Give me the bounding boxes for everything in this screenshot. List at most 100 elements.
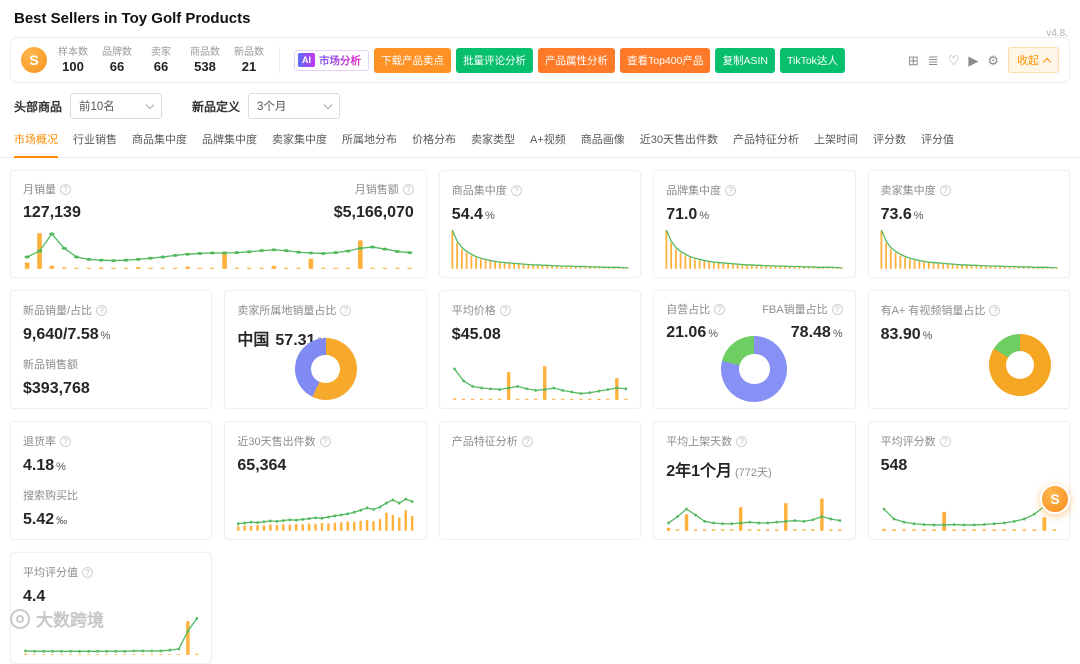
gear-icon[interactable]: ⚙: [987, 54, 999, 67]
info-icon[interactable]: [82, 566, 93, 578]
new-product-volume-value: 9,640/7.58%: [23, 326, 111, 343]
ai-market-analysis-button[interactable]: AI 市场分析: [294, 49, 369, 71]
view-top400-button[interactable]: 查看Top400产品: [620, 47, 711, 73]
header-stats: 样本数 100 品牌数 66 卖家 66 商品数 538 新品数 21: [57, 46, 265, 75]
card-return-rate: 退货率 4.18% 搜索购买比 5.42‰: [10, 421, 213, 540]
new-product-revenue-value: $393,768: [23, 380, 90, 397]
collapse-button[interactable]: 收起: [1008, 47, 1059, 73]
card-average-rating-count: 平均评分数 548: [867, 421, 1070, 540]
card-average-listing-days: 平均上架天数 2年1个月(772天): [653, 421, 856, 540]
average-rating-value: 4.4: [23, 588, 46, 605]
tab-rating-value[interactable]: 评分值: [921, 131, 954, 157]
monthly-volume-value: 127,139: [23, 204, 81, 221]
info-icon[interactable]: [939, 184, 951, 196]
brand-concentration-value: 71.0%: [666, 206, 710, 223]
card-brand-concentration: 品牌集中度 71.0%: [653, 170, 856, 278]
tab-price-distribution[interactable]: 价格分布: [412, 131, 456, 157]
filter-top-products: 头部商品 前10名: [14, 93, 163, 119]
card-feature-analysis: 产品特征分析: [438, 421, 642, 540]
tab-bar: 市场概况 行业销售 商品集中度 品牌集中度 卖家集中度 所属地分布 价格分布 卖…: [0, 131, 1080, 158]
card-new-product: 新品销量/占比 9,640/7.58% 新品销售额 $393,768: [10, 290, 213, 409]
monthly-revenue-label: 月销售额: [355, 181, 414, 197]
stat-seller-count: 卖家 66: [151, 46, 171, 74]
info-icon[interactable]: [319, 435, 331, 447]
info-icon[interactable]: [402, 183, 414, 195]
info-icon[interactable]: [831, 303, 843, 315]
download-selling-points-button[interactable]: 下载产品卖点: [374, 47, 451, 73]
page-title: Best Sellers in Toy Golf Products: [14, 10, 251, 27]
card-average-price: 平均价格 $45.08: [438, 290, 642, 409]
average-price-value: $45.08: [451, 326, 501, 343]
tiktok-influencer-button[interactable]: TikTok达人: [779, 47, 845, 73]
average-rating-count-value: 548: [880, 457, 908, 474]
stat-sample-count: 样本数 100: [58, 46, 88, 74]
product-concentration-value: 54.4%: [451, 206, 495, 223]
tab-feature-analysis[interactable]: 产品特征分析: [733, 131, 799, 157]
video-icon[interactable]: ▶: [968, 54, 978, 67]
info-icon[interactable]: [989, 304, 1001, 316]
rating-value-chart: [21, 611, 201, 657]
info-icon[interactable]: [340, 304, 352, 316]
tab-product-concentration[interactable]: 商品集中度: [132, 131, 187, 157]
new-product-period-select[interactable]: 3个月: [248, 93, 341, 119]
seller-location-donut: [294, 338, 357, 400]
tab-brand-concentration[interactable]: 品牌集中度: [202, 131, 257, 157]
metric-cards-grid: 月销量 月销售额 127,139 $5,166,070 商品集中度 54.4% …: [10, 170, 1070, 664]
info-icon[interactable]: [499, 304, 511, 316]
monthly-sales-chart: [21, 225, 416, 271]
aplus-video-donut: [988, 334, 1051, 396]
card-product-concentration: 商品集中度 54.4%: [438, 170, 642, 278]
info-icon[interactable]: [510, 184, 522, 196]
tab-seller-type[interactable]: 卖家类型: [471, 131, 515, 157]
tab-aplus-video[interactable]: A+视频: [530, 131, 566, 157]
app-logo-icon: S: [21, 47, 47, 73]
chevron-down-icon: [323, 100, 333, 109]
card-aplus-video: 有A+ 有视频销量占比 83.90%: [867, 290, 1070, 409]
heart-icon[interactable]: ♡: [948, 54, 960, 67]
info-icon[interactable]: [725, 184, 737, 196]
tab-30d-units-sold[interactable]: 近30天售出件数: [640, 131, 718, 157]
list-icon[interactable]: ≣: [928, 54, 939, 67]
tab-market-overview[interactable]: 市场概况: [14, 131, 58, 158]
info-icon[interactable]: [521, 435, 533, 447]
info-icon[interactable]: [714, 303, 726, 315]
info-icon[interactable]: [736, 435, 748, 447]
header-bar: S 样本数 100 品牌数 66 卖家 66 商品数 538 新品数 21 AI…: [10, 37, 1070, 83]
floating-brand-button[interactable]: S: [1040, 484, 1070, 514]
return-rate-value: 4.18%: [23, 457, 66, 474]
ai-badge: AI: [298, 53, 315, 67]
fba-donut: [721, 336, 788, 402]
rating-count-chart: [879, 487, 1059, 533]
tab-product-profile[interactable]: 商品画像: [581, 131, 625, 157]
product-attribute-analysis-button[interactable]: 产品属性分析: [538, 47, 615, 73]
average-price-chart: [450, 356, 630, 402]
card-fba-ratio: 自营占比 FBA销量占比 21.06% 78.48%: [653, 290, 856, 409]
tab-industry-sales[interactable]: 行业销售: [73, 131, 117, 157]
card-average-rating-value: 平均评分值 4.4: [10, 552, 213, 664]
chevron-up-icon: [1042, 57, 1052, 66]
header-actions: AI 市场分析 下载产品卖点 批量评论分析 产品属性分析 查看Top400产品 …: [294, 47, 845, 73]
product-concentration-chart: [450, 225, 630, 271]
info-icon[interactable]: [60, 183, 71, 195]
info-icon[interactable]: [939, 435, 951, 447]
tab-rating-count[interactable]: 评分数: [873, 131, 906, 157]
units-sold-30d-chart: [235, 487, 415, 533]
chevron-down-icon: [145, 100, 155, 109]
info-icon[interactable]: [96, 304, 108, 316]
card-monthly-sales: 月销量 月销售额 127,139 $5,166,070: [10, 170, 427, 278]
filter-bar: 头部商品 前10名 新品定义 3个月: [14, 93, 1066, 119]
tab-listing-time[interactable]: 上架时间: [814, 131, 858, 157]
search-purchase-ratio-value: 5.42 ‰: [23, 511, 68, 528]
tab-location-distribution[interactable]: 所属地分布: [342, 131, 397, 157]
top-products-select[interactable]: 前10名: [70, 93, 163, 119]
batch-review-analysis-button[interactable]: 批量评论分析: [456, 47, 533, 73]
monthly-volume-label: 月销量: [23, 181, 71, 197]
card-seller-concentration: 卖家集中度 73.6%: [867, 170, 1070, 278]
grid-icon[interactable]: ⊞: [908, 54, 919, 67]
tab-seller-concentration[interactable]: 卖家集中度: [272, 131, 327, 157]
stat-brand-count: 品牌数 66: [102, 46, 132, 74]
info-icon[interactable]: [60, 435, 71, 447]
copy-asin-button[interactable]: 复制ASIN: [715, 47, 775, 73]
filter-new-product-period: 新品定义 3个月: [192, 93, 341, 119]
card-30d-units-sold: 近30天售出件数 65,364: [224, 421, 427, 540]
